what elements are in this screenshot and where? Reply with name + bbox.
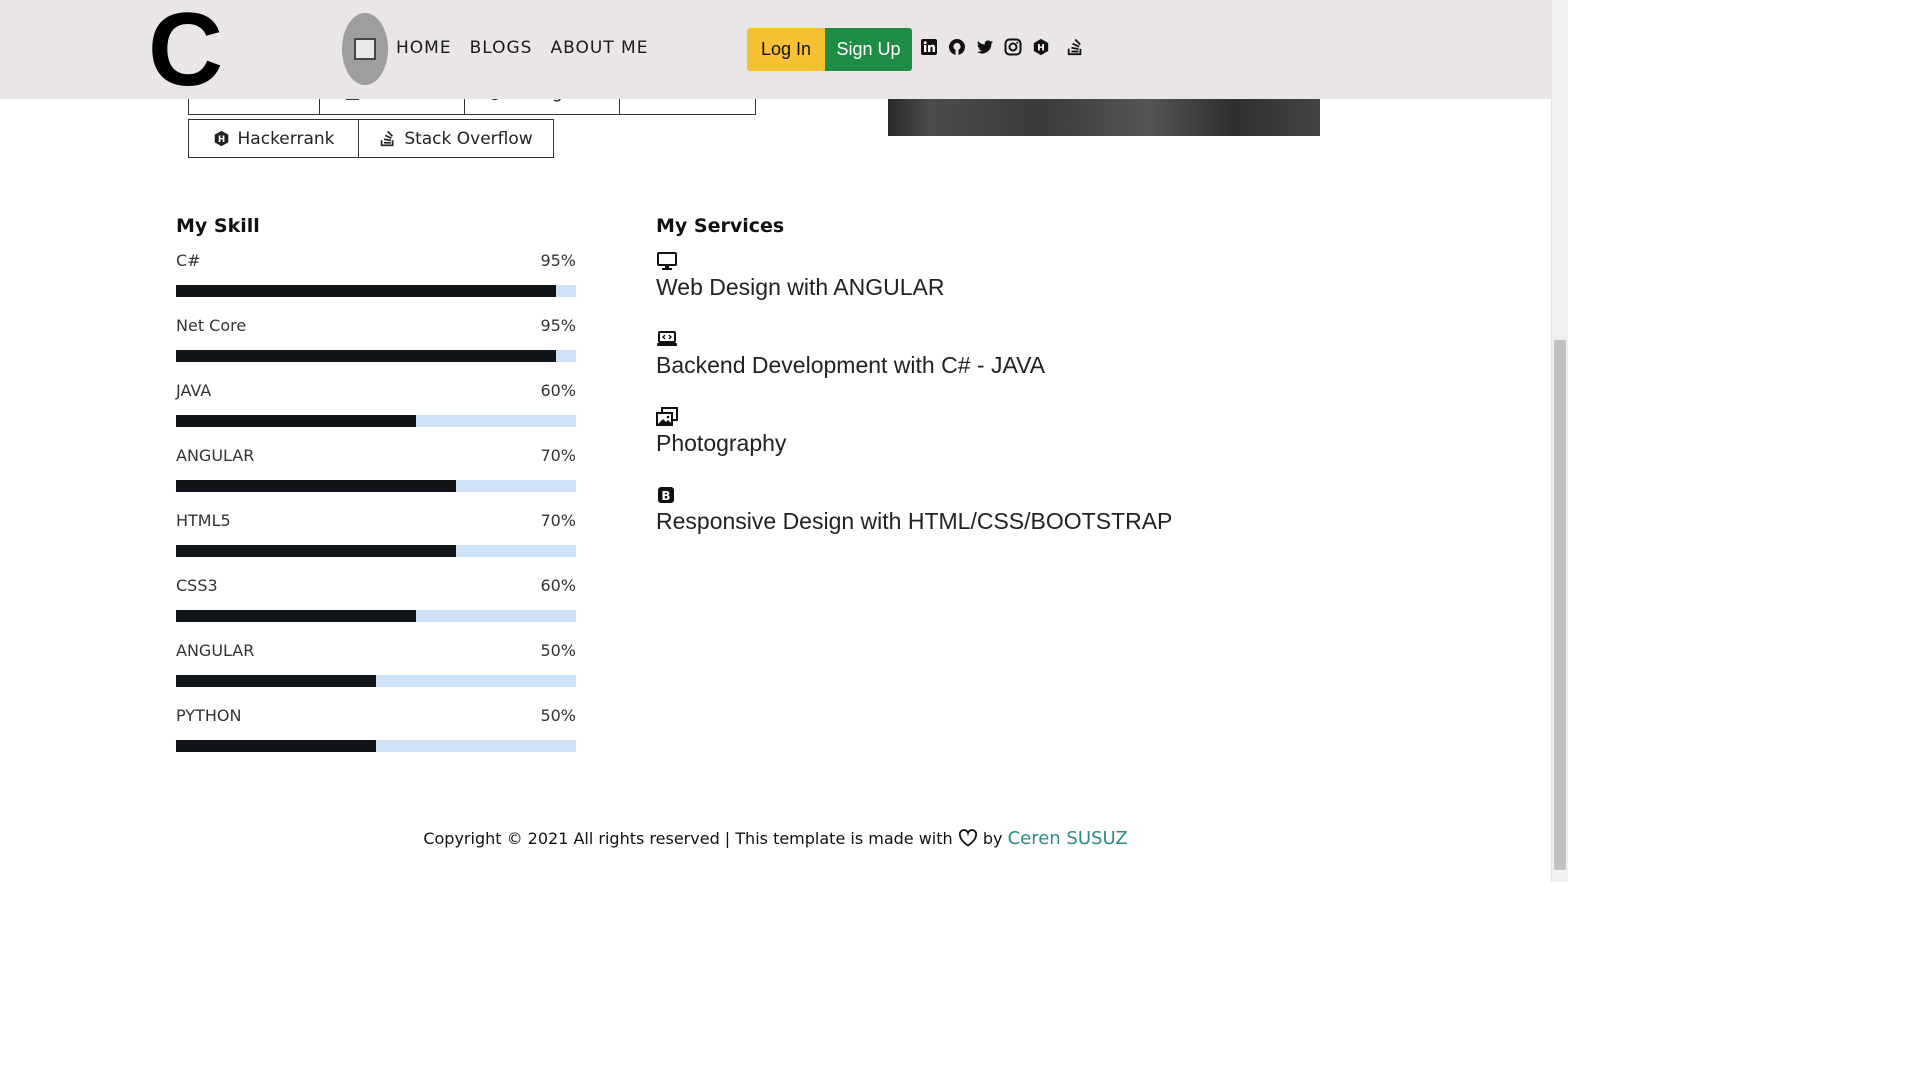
skill-progress-bar [176, 740, 576, 752]
hackerrank-icon[interactable]: H [1032, 38, 1050, 56]
svg-text:H: H [1037, 44, 1045, 54]
heart-icon [958, 829, 977, 847]
svg-text:H: H [217, 135, 224, 145]
skill-percent: 60% [540, 576, 576, 595]
skill-progress-fill [176, 285, 556, 297]
skill-progress-fill [176, 415, 416, 427]
services-title: My Services [656, 215, 785, 237]
skill-name: ANGULAR [176, 446, 255, 465]
stackoverflow-icon[interactable] [1066, 38, 1084, 56]
skill-percent: 50% [540, 706, 576, 725]
skill-item: ANGULAR 50% [176, 641, 576, 706]
skill-item: JAVA 60% [176, 381, 576, 446]
scrollbar-thumb[interactable] [1554, 340, 1566, 870]
skill-name: CSS3 [176, 576, 218, 595]
skill-percent: 60% [540, 381, 576, 400]
skill-progress-fill [176, 545, 456, 557]
skill-name: Net Core [176, 316, 247, 335]
service-label: Photography [656, 430, 787, 456]
skill-progress-fill [176, 610, 416, 622]
skills-list: C# 95% Net Core 95% JAVA 60% ANGULAR 70% HTML5 70… [176, 251, 576, 771]
skill-progress-bar [176, 350, 576, 362]
monitor-icon [657, 252, 677, 270]
skill-percent: 95% [540, 316, 576, 335]
service-item-web-design: Web Design with ANGULAR [656, 251, 1356, 329]
skill-progress-bar [176, 415, 576, 427]
skill-item: ANGULAR 70% [176, 446, 576, 511]
footer-copyright: Copyright © 2021 All rights reserved | T… [423, 829, 953, 848]
services-section: My Services Web Design with ANGULAR Back… [656, 215, 1356, 563]
svg-text:B: B [661, 489, 670, 503]
service-label: Responsive Design with HTML/CSS/BOOTSTRA… [656, 508, 1173, 534]
skill-progress-fill [176, 740, 376, 752]
skill-progress-bar [176, 545, 576, 557]
service-item-backend: Backend Development with C# - JAVA [656, 329, 1356, 407]
skill-item: C# 95% [176, 251, 576, 316]
laptop-code-icon [657, 331, 677, 346]
service-label: Backend Development with C# - JAVA [656, 352, 1046, 378]
author-link[interactable]: Ceren SUSUZ [1008, 828, 1128, 849]
footer-by: by [982, 829, 1003, 848]
skill-item: Net Core 95% [176, 316, 576, 381]
skill-name: JAVA [176, 381, 212, 400]
profile-links-row-2: H Hackerrank Stack Overflow [188, 119, 554, 158]
service-label: Web Design with ANGULAR [656, 274, 945, 300]
nav-about-me[interactable]: ABOUT ME [550, 38, 648, 58]
github-icon[interactable] [948, 38, 966, 56]
top-navbar: C HOME BLOGS ABOUT ME Log In Sign Up H [0, 0, 1551, 102]
skill-percent: 70% [540, 446, 576, 465]
skill-name: C# [176, 251, 201, 270]
stackoverflow-link[interactable]: Stack Overflow [358, 119, 554, 158]
footer: Copyright © 2021 All rights reserved | T… [0, 828, 1551, 849]
service-item-photography: Photography [656, 407, 1356, 485]
skill-item: PYTHON 50% [176, 706, 576, 771]
linkedin-icon[interactable] [920, 38, 938, 56]
nav-blogs[interactable]: BLOGS [470, 38, 533, 58]
nav-home[interactable]: HOME [396, 38, 452, 58]
skill-percent: 50% [540, 641, 576, 660]
hackerrank-icon: H [214, 130, 228, 147]
main-nav: HOME BLOGS ABOUT ME [396, 38, 648, 58]
page-scrollbar[interactable] [1551, 0, 1568, 882]
skill-progress-bar [176, 675, 576, 687]
skill-percent: 70% [540, 511, 576, 530]
skill-item: CSS3 60% [176, 576, 576, 641]
skill-item: HTML5 70% [176, 511, 576, 576]
skill-progress-fill [176, 480, 456, 492]
skill-name: PYTHON [176, 706, 242, 725]
signup-button[interactable]: Sign Up [825, 28, 912, 71]
instagram-icon[interactable] [1004, 38, 1022, 56]
avatar[interactable] [342, 13, 388, 85]
skill-progress-bar [176, 285, 576, 297]
site-logo[interactable]: C [148, 0, 223, 102]
social-icons: H [920, 38, 1084, 56]
images-icon [656, 407, 678, 426]
skills-section: My Skill C# 95% Net Core 95% JAVA 60% ANGULAR 7… [176, 215, 576, 771]
stackoverflow-icon [381, 130, 394, 147]
skill-name: HTML5 [176, 511, 231, 530]
service-item-responsive: B Responsive Design with HTML/CSS/BOOTST… [656, 485, 1356, 563]
twitter-icon[interactable] [976, 38, 994, 56]
hackerrank-link[interactable]: H Hackerrank [188, 119, 359, 158]
skill-progress-fill [176, 675, 376, 687]
skill-progress-fill [176, 350, 556, 362]
skill-progress-bar [176, 480, 576, 492]
skill-progress-bar [176, 610, 576, 622]
skill-name: ANGULAR [176, 641, 255, 660]
skills-title: My Skill [176, 215, 260, 237]
skill-percent: 95% [540, 251, 576, 270]
bootstrap-icon: B [658, 487, 674, 503]
login-button[interactable]: Log In [747, 28, 825, 71]
